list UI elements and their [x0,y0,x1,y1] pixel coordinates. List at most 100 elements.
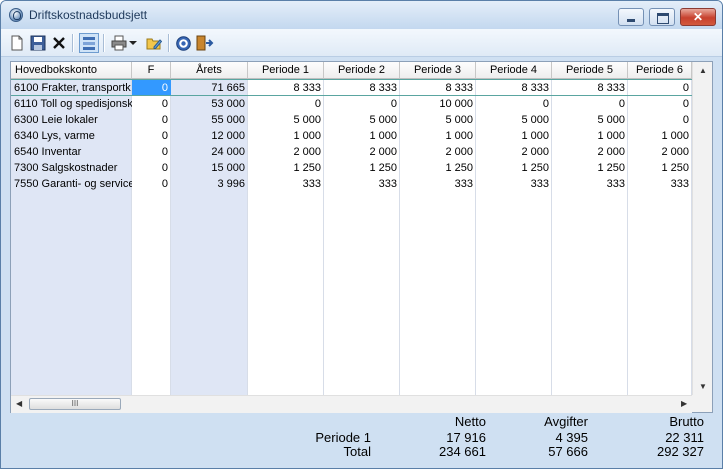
cell-period-3[interactable]: 333 [400,176,476,192]
cell-f[interactable]: 0 [132,144,171,160]
cell-period-5[interactable]: 8 333 [552,80,628,96]
cell-period-3[interactable]: 5 000 [400,112,476,128]
cell-period-6[interactable]: 1 000 [628,128,692,144]
cell-period-1[interactable]: 0 [248,96,324,112]
cell-year[interactable]: 15 000 [171,160,248,176]
new-document-button[interactable] [7,33,27,53]
totals-netto-total: 234 661 [439,444,486,459]
cell-period-5[interactable]: 1 000 [552,128,628,144]
cell-period-1[interactable]: 1 000 [248,128,324,144]
cell-period-2[interactable]: 1 250 [324,160,400,176]
help-button[interactable] [173,33,193,53]
cell-period-3[interactable]: 8 333 [400,80,476,96]
column-header-period-2[interactable]: Periode 2 [324,62,400,79]
delete-button[interactable] [49,33,69,53]
totals-label-total: Total [343,444,371,459]
distribute-button[interactable] [79,33,99,53]
cell-period-6[interactable]: 0 [628,96,692,112]
cell-period-2[interactable]: 333 [324,176,400,192]
cell-period-3[interactable]: 1 250 [400,160,476,176]
cell-f[interactable]: 0 [132,176,171,192]
cell-period-1[interactable]: 2 000 [248,144,324,160]
cell-period-6[interactable]: 0 [628,80,692,96]
scroll-left-icon[interactable]: ◀ [16,399,22,408]
cell-period-4[interactable]: 2 000 [476,144,552,160]
cell-period-2[interactable]: 0 [324,96,400,112]
cell-account[interactable]: 6540 Inventar [11,144,132,160]
print-dropdown-button[interactable] [127,33,139,53]
cell-year[interactable]: 53 000 [171,96,248,112]
column-header-period-3[interactable]: Periode 3 [400,62,476,79]
cell-period-5[interactable]: 0 [552,96,628,112]
column-header-period-6[interactable]: Periode 6 [628,62,692,79]
cell-account[interactable]: 6100 Frakter, transportk [11,80,132,96]
cell-period-6[interactable]: 0 [628,112,692,128]
horizontal-scrollbar[interactable]: ◀ III ▶ [11,395,692,413]
cell-period-4[interactable]: 333 [476,176,552,192]
column-header-account[interactable]: Hovedbokskonto [11,62,132,79]
cell-period-1[interactable]: 1 250 [248,160,324,176]
chevron-down-icon [129,41,137,45]
cell-account[interactable]: 7300 Salgskostnader [11,160,132,176]
column-header-f[interactable]: F [132,62,171,79]
cell-period-6[interactable]: 333 [628,176,692,192]
title-bar[interactable]: Driftskostnadsbudsjett ✕ [1,1,722,29]
scroll-right-icon[interactable]: ▶ [681,399,687,408]
column-header-period-1[interactable]: Periode 1 [248,62,324,79]
cell-period-5[interactable]: 2 000 [552,144,628,160]
cell-period-4[interactable]: 1 250 [476,160,552,176]
cell-year[interactable]: 12 000 [171,128,248,144]
close-button[interactable]: ✕ [680,8,716,26]
cell-period-2[interactable]: 1 000 [324,128,400,144]
cell-f[interactable]: 0 [132,160,171,176]
save-button[interactable] [28,33,48,53]
cell-f[interactable]: 0 [132,128,171,144]
minimize-button[interactable] [618,8,644,26]
print-button[interactable] [109,33,129,53]
exit-button[interactable] [195,33,215,53]
minimize-icon [627,19,635,22]
cell-period-1[interactable]: 333 [248,176,324,192]
cell-period-1[interactable]: 5 000 [248,112,324,128]
cell-period-2[interactable]: 5 000 [324,112,400,128]
cell-account[interactable]: 6110 Toll og spedisjonsk [11,96,132,112]
save-icon [30,35,46,51]
column-header-period-4[interactable]: Periode 4 [476,62,552,79]
scroll-down-icon[interactable]: ▼ [699,382,707,391]
cell-year[interactable]: 3 996 [171,176,248,192]
column-header-year[interactable]: Årets [171,62,248,79]
cell-account[interactable]: 6340 Lys, varme [11,128,132,144]
horizontal-scroll-thumb[interactable]: III [29,398,121,410]
cell-period-6[interactable]: 2 000 [628,144,692,160]
cell-f[interactable]: 0 [132,96,171,112]
cell-period-5[interactable]: 1 250 [552,160,628,176]
toolbar-separator [103,34,105,52]
cell-period-3[interactable]: 1 000 [400,128,476,144]
cell-period-4[interactable]: 8 333 [476,80,552,96]
cell-account[interactable]: 7550 Garanti- og service [11,176,132,192]
cell-year[interactable]: 55 000 [171,112,248,128]
cell-period-6[interactable]: 1 250 [628,160,692,176]
maximize-icon [657,13,669,24]
cell-year[interactable]: 24 000 [171,144,248,160]
cell-period-3[interactable]: 10 000 [400,96,476,112]
cell-year[interactable]: 71 665 [171,80,248,96]
scroll-up-icon[interactable]: ▲ [699,66,707,75]
cell-f-selected[interactable]: 0 [132,80,171,96]
cell-account[interactable]: 6300 Leie lokaler [11,112,132,128]
totals-netto-period: 17 916 [446,430,486,445]
cell-period-1[interactable]: 8 333 [248,80,324,96]
cell-period-2[interactable]: 8 333 [324,80,400,96]
cell-period-4[interactable]: 5 000 [476,112,552,128]
cell-period-2[interactable]: 2 000 [324,144,400,160]
vertical-scrollbar[interactable]: ▲ ▼ [692,62,712,395]
cell-period-5[interactable]: 333 [552,176,628,192]
column-header-period-5[interactable]: Periode 5 [552,62,628,79]
cell-period-3[interactable]: 2 000 [400,144,476,160]
cell-period-4[interactable]: 0 [476,96,552,112]
cell-period-4[interactable]: 1 000 [476,128,552,144]
maximize-button[interactable] [649,8,675,26]
cell-period-5[interactable]: 5 000 [552,112,628,128]
cell-f[interactable]: 0 [132,112,171,128]
edit-button[interactable] [144,33,164,53]
